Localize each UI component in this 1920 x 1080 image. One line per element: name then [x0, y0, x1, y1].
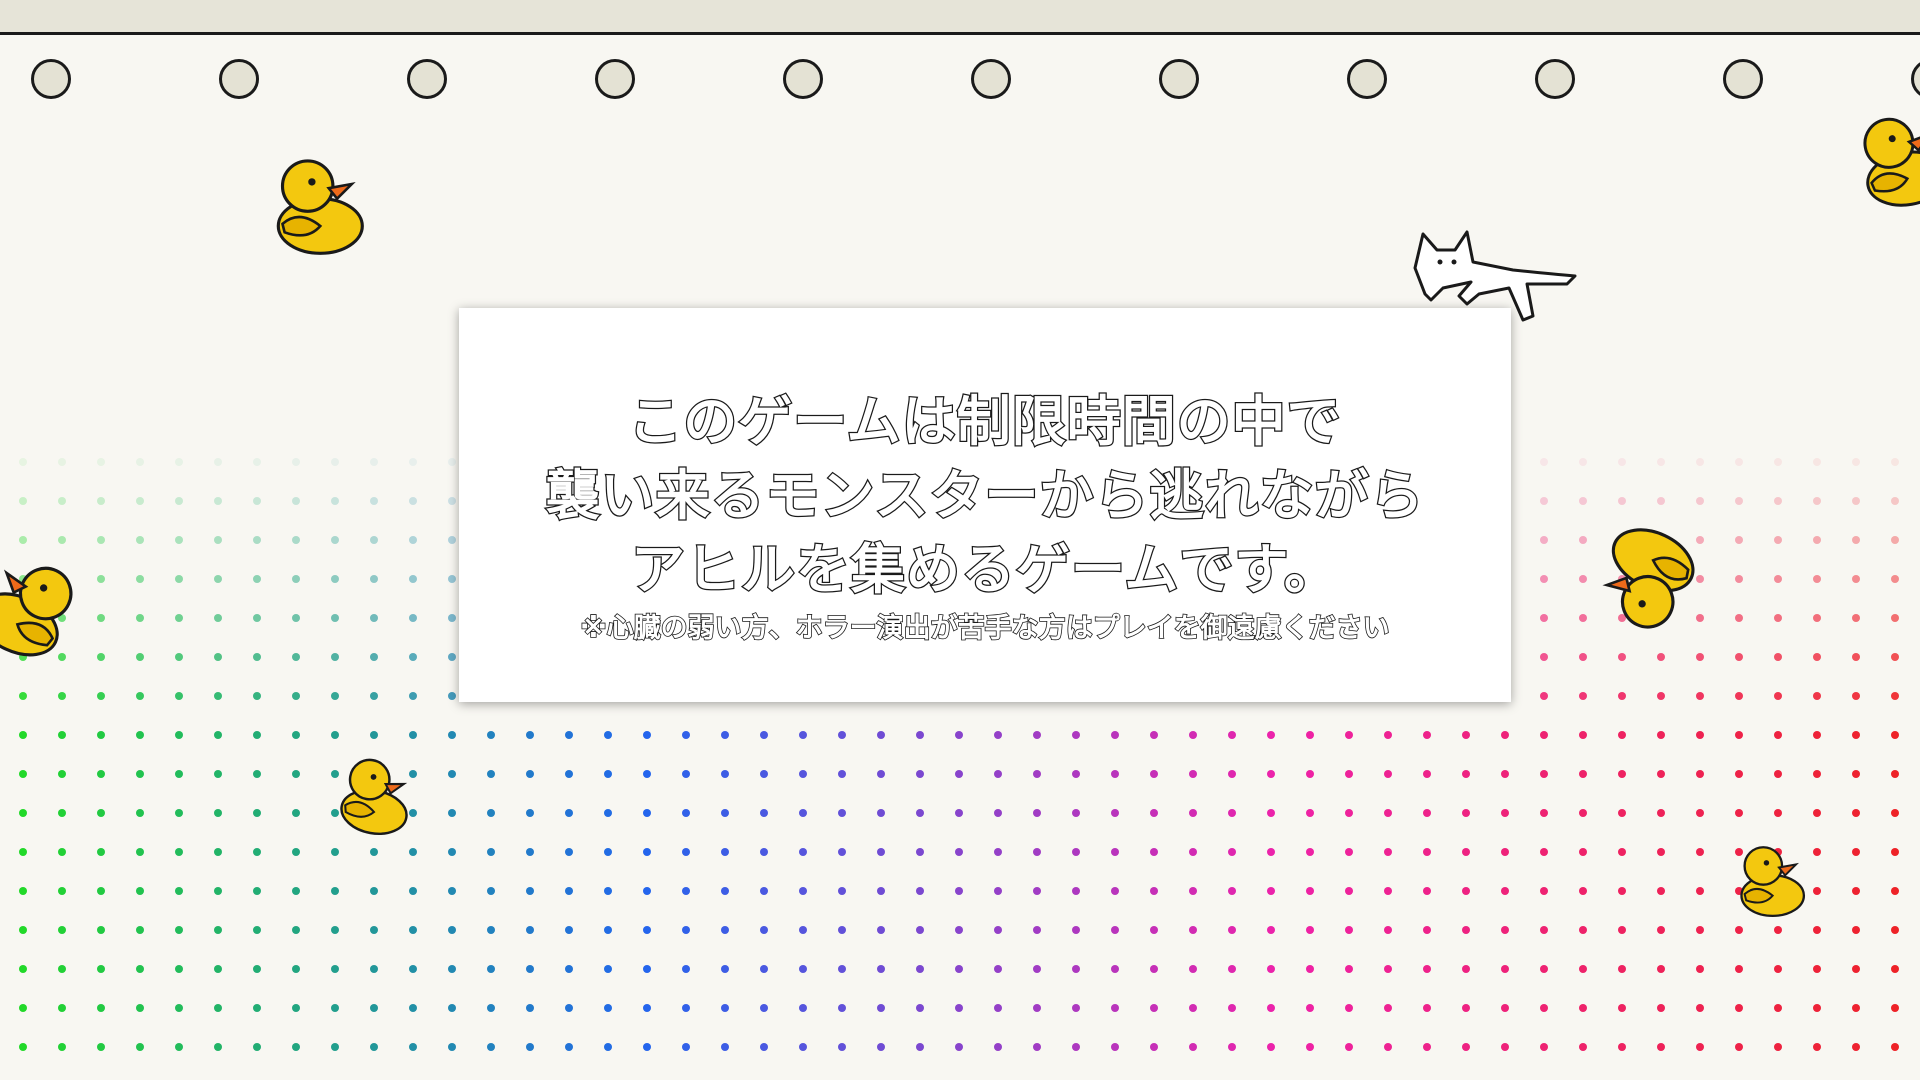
duck-sprite[interactable] [338, 756, 415, 838]
duck-sprite[interactable] [0, 548, 83, 667]
duck-sprite[interactable] [1740, 846, 1806, 918]
duck-sprite[interactable] [1588, 518, 1703, 637]
duck-sprite[interactable] [276, 159, 364, 255]
notice-line-3: アヒルを集めるゲームです。 [630, 537, 1339, 603]
notice-line-2: 襲い来るモンスターから逃れながら [544, 463, 1425, 529]
game-stage: このゲームは制限時間の中で 襲い来るモンスターから逃れながら アヒルを集めるゲー… [0, 0, 1920, 1080]
cat-monster-sprite[interactable] [1413, 230, 1577, 322]
notice-line-1: このゲームは制限時間の中で [627, 389, 1342, 455]
warning-text: ※心臓の弱い方、ホラー演出が苦手な方はプレイを御遠慮ください [580, 612, 1391, 645]
duck-sprite[interactable] [1857, 111, 1920, 212]
notice-panel: このゲームは制限時間の中で 襲い来るモンスターから逃れながら アヒルを集めるゲー… [459, 308, 1511, 702]
